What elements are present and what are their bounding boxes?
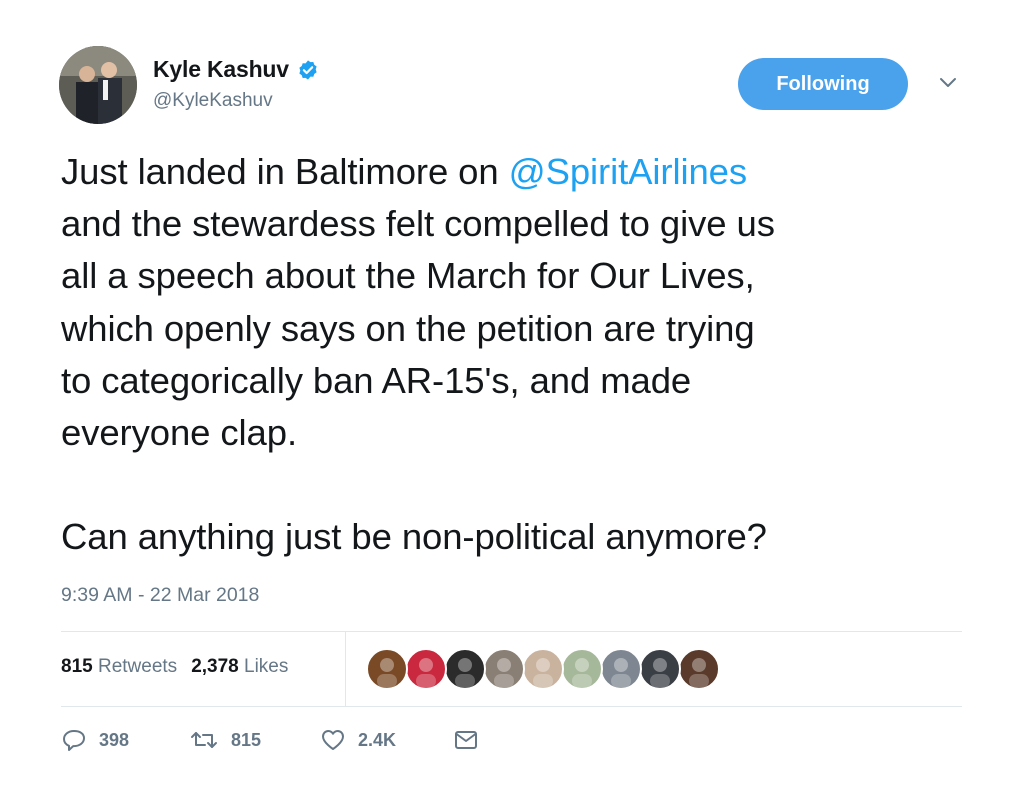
name-row: Kyle Kashuv [153,56,319,83]
tweet-line: everyone clap. [61,412,297,454]
likes-count: 2,378 [191,656,239,677]
tweet-line: which openly says on the petition are tr… [61,307,755,349]
retweets-label: Retweets [97,656,178,677]
man-avatar[interactable] [522,648,564,690]
bw-avatar[interactable] [444,648,486,690]
tweet-line: all a speech about the March for Our Liv… [61,255,755,297]
dog-avatar[interactable] [561,648,603,690]
direct-message-button[interactable] [453,729,479,751]
retweet-count: 815 [231,729,262,750]
tweet-stats: 815 Retweets 2,378 Likes [61,656,288,678]
divider [61,706,962,707]
chevron-down-icon[interactable] [938,76,958,90]
avatar-photo [59,46,137,124]
tweet-line: Just landed in Baltimore on @SpiritAirli… [61,146,981,198]
bear-avatar[interactable] [366,648,408,690]
verified-badge-icon [299,59,317,80]
mention-link[interactable]: @SpiritAirlines [509,151,747,192]
tweet-timestamp[interactable]: 9:39 AM - 22 Mar 2018 [61,584,259,607]
flag-avatar[interactable] [405,648,447,690]
woman-avatar[interactable] [678,648,720,690]
like-button[interactable]: 2.4K [320,728,453,752]
building-avatar[interactable] [600,648,642,690]
following-button[interactable]: Following [738,58,908,110]
reply-button[interactable]: 398 [61,728,189,752]
heart-icon [322,730,344,750]
tweet-line: Can anything just be non-political anymo… [61,516,767,558]
retweet-button[interactable]: 815 [189,728,320,752]
divider [61,631,962,632]
like-count: 2.4K [358,729,397,750]
retweet-icon [191,732,217,748]
retweets-stat[interactable]: 815 Retweets [61,656,177,678]
tweet-text: Just landed in Baltimore on @SpiritAirli… [61,146,981,563]
crowd-avatar[interactable] [483,648,525,690]
envelope-icon [455,731,477,749]
tweet-line: and the stewardess felt compelled to giv… [61,203,775,245]
divider-vertical [345,631,346,706]
retweets-count: 815 [61,656,93,677]
author-handle[interactable]: @KyleKashuv [153,90,319,112]
likes-stat[interactable]: 2,378 Likes [191,656,288,678]
reply-icon [63,730,85,751]
author-block: Kyle Kashuv @KyleKashuv [153,56,319,112]
liker-avatars [366,648,720,690]
likes-label: Likes [244,656,289,677]
tweet-line: to categorically ban AR-15's, and made [61,359,692,401]
reply-count: 398 [99,729,130,750]
author-name[interactable]: Kyle Kashuv [153,56,289,83]
tweet-actions: 398 815 2.4K [61,728,479,752]
police-avatar[interactable] [639,648,681,690]
tweet-line-text: Just landed in Baltimore on [61,151,509,192]
author-avatar[interactable] [59,46,137,124]
